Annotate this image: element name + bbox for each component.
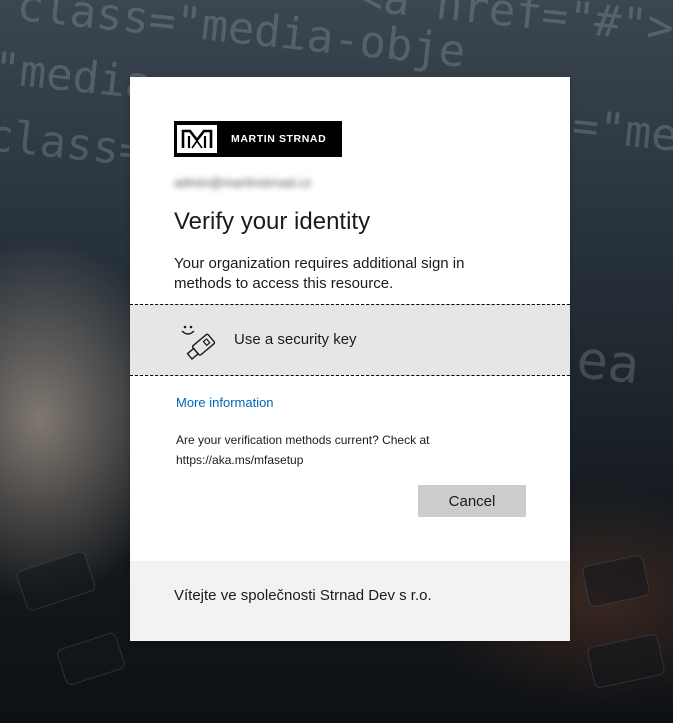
verification-methods-notice: Are your verification methods current? C… <box>176 433 430 467</box>
background-code-text: ="me <box>569 100 673 162</box>
welcome-text: Vítejte ve společnosti Strnad Dev s r.o. <box>174 587 432 604</box>
security-key-icon <box>178 322 218 362</box>
more-information-link[interactable]: More information <box>176 395 274 410</box>
background-keyboard-key <box>581 554 651 608</box>
page-title: Verify your identity <box>174 208 371 235</box>
security-key-option[interactable]: Use a security key <box>130 304 570 376</box>
background-keyboard-key <box>55 631 127 687</box>
account-email: admin@martinstrnad.cz <box>174 175 312 190</box>
company-logo: MARTIN STRNAD <box>174 121 342 157</box>
m-monogram-icon <box>177 125 217 153</box>
page-description: Your organization requires additional si… <box>174 255 465 292</box>
background-code-text: ea <box>573 330 643 397</box>
logo-text: MARTIN STRNAD <box>231 133 327 145</box>
welcome-footer: Vítejte ve společnosti Strnad Dev s r.o. <box>130 561 570 641</box>
security-key-option-label: Use a security key <box>234 331 357 348</box>
background-keyboard-key <box>586 632 666 690</box>
cancel-button[interactable]: Cancel <box>418 485 526 517</box>
signin-dialog: MARTIN STRNAD admin@martinstrnad.cz Veri… <box>130 77 570 641</box>
background-keyboard-key <box>15 549 97 613</box>
